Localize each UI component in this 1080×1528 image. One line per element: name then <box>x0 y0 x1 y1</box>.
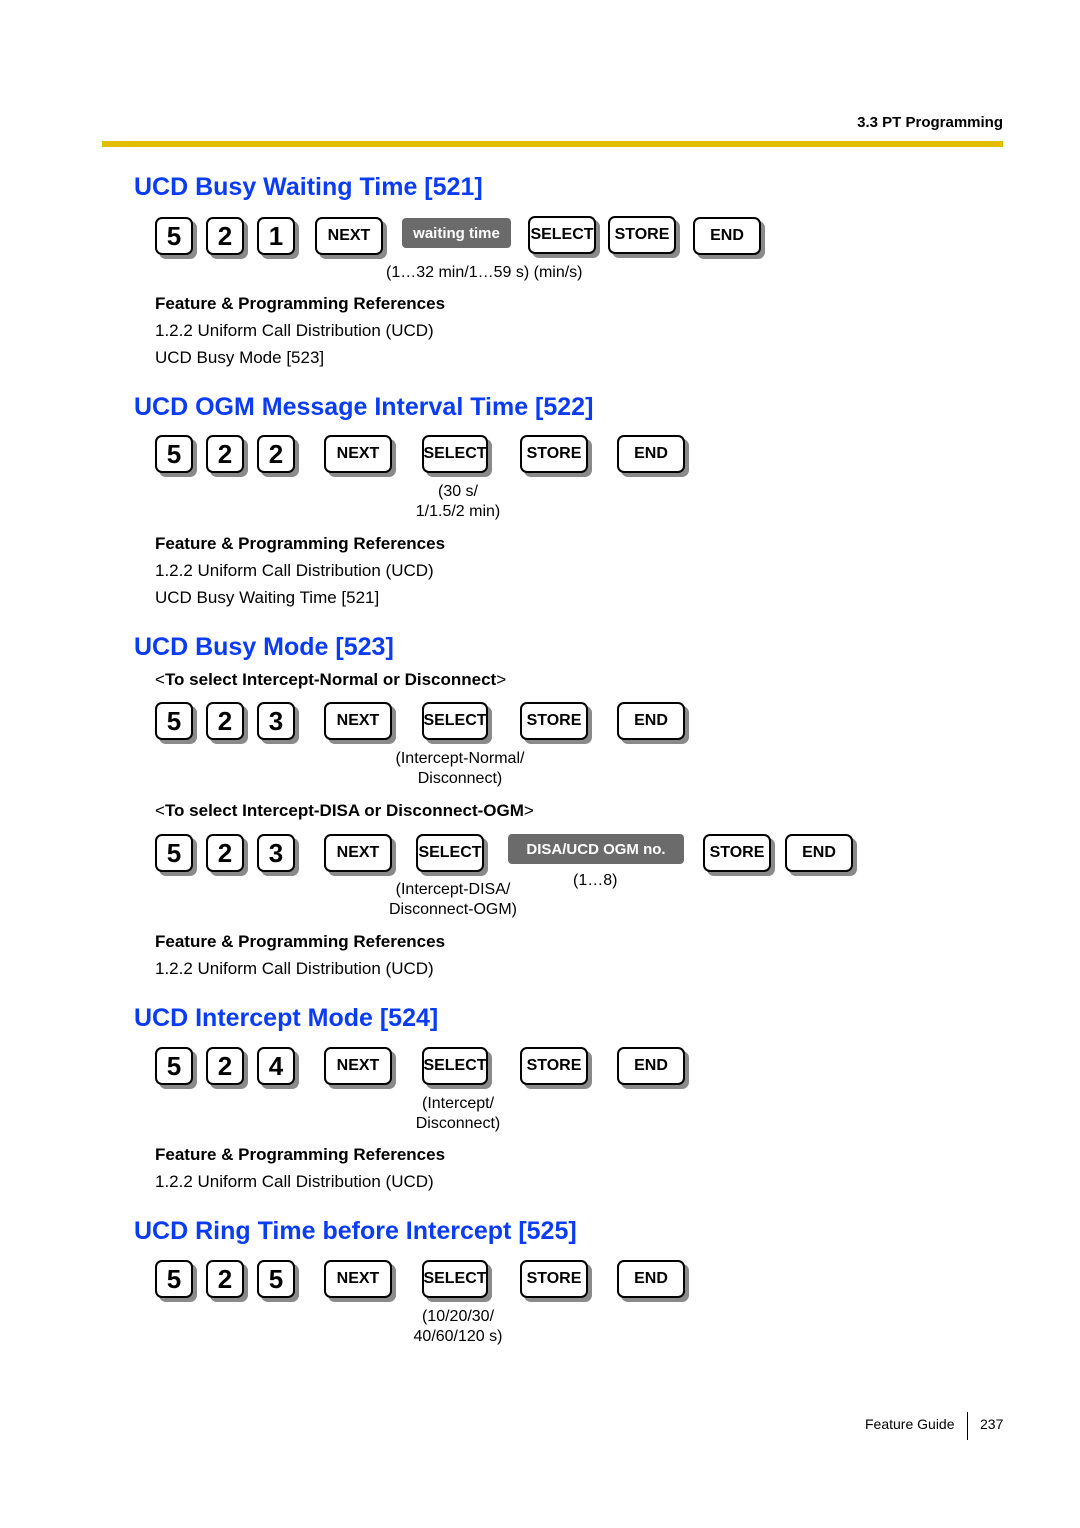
key-5: 5 <box>155 702 193 740</box>
key-2: 2 <box>206 435 244 473</box>
key-5: 5 <box>155 834 193 872</box>
key-5: 5 <box>155 1047 193 1085</box>
key-end: END <box>617 1047 685 1085</box>
header-section-title: 3.3 PT Programming <box>857 114 1003 131</box>
ref-item: UCD Busy Mode [523] <box>155 348 325 367</box>
key-5: 5 <box>155 1260 193 1298</box>
key-1: 1 <box>257 217 295 255</box>
key-5: 5 <box>155 435 193 473</box>
subheading-normal: <To select Intercept-Normal or Disconnec… <box>155 670 506 690</box>
input-ogm-number: DISA/UCD OGM no. <box>508 834 684 864</box>
key-2: 2 <box>206 217 244 255</box>
key-5: 5 <box>257 1260 295 1298</box>
key-3: 3 <box>257 834 295 872</box>
heading-525: UCD Ring Time before Intercept [525] <box>134 1217 577 1245</box>
footer-label: Feature Guide <box>865 1416 955 1432</box>
ref-item: 1.2.2 Uniform Call Distribution (UCD) <box>155 321 434 340</box>
key-2: 2 <box>206 1047 244 1085</box>
option-note-line: (10/20/30/ <box>421 1308 495 1325</box>
option-note: (Intercept-DISA/ Disconnect-OGM) <box>383 880 523 920</box>
key-3: 3 <box>257 702 295 740</box>
option-note: (Intercept/ Disconnect) <box>396 1094 520 1134</box>
key-5: 5 <box>155 217 193 255</box>
bracket-open: < <box>155 670 165 689</box>
key-next: NEXT <box>324 834 392 872</box>
bracket-open: < <box>155 801 165 820</box>
key-select: SELECT <box>528 216 596 254</box>
key-store: STORE <box>520 1047 588 1085</box>
range-note-line: (30 s/ <box>437 483 478 500</box>
key-store: STORE <box>703 834 771 872</box>
footer-divider <box>967 1412 968 1440</box>
refs-heading: Feature & Programming References <box>155 932 446 951</box>
key-2: 2 <box>206 702 244 740</box>
key-select: SELECT <box>422 1047 488 1085</box>
key-2: 2 <box>257 435 295 473</box>
subheading-text: To select Intercept-DISA or Disconnect-O… <box>164 801 524 820</box>
key-next: NEXT <box>324 702 392 740</box>
option-note-line: (Intercept-DISA/ <box>395 881 511 898</box>
key-end: END <box>617 1260 685 1298</box>
heading-521: UCD Busy Waiting Time [521] <box>134 173 483 201</box>
key-2: 2 <box>206 1260 244 1298</box>
key-next: NEXT <box>324 1260 392 1298</box>
key-end: END <box>785 834 853 872</box>
ref-item: UCD Busy Waiting Time [521] <box>155 588 380 607</box>
option-note: (10/20/30/ 40/60/120 s) <box>393 1307 523 1347</box>
key-select: SELECT <box>422 1260 488 1298</box>
key-store: STORE <box>608 216 676 254</box>
heading-524: UCD Intercept Mode [524] <box>134 1004 439 1032</box>
input-waiting-time: waiting time <box>402 218 511 248</box>
key-next: NEXT <box>315 217 383 255</box>
ref-item: 1.2.2 Uniform Call Distribution (UCD) <box>155 561 434 580</box>
option-note-line: (Intercept-Normal/ <box>395 750 525 767</box>
refs-heading: Feature & Programming References <box>155 1145 446 1164</box>
option-note-line: 40/60/120 s) <box>413 1328 503 1345</box>
key-store: STORE <box>520 435 588 473</box>
key-store: STORE <box>520 702 588 740</box>
key-select: SELECT <box>422 702 488 740</box>
subheading-text: To select Intercept-Normal or Disconnect <box>164 670 497 689</box>
range-note: (1…8) <box>573 872 618 889</box>
key-2: 2 <box>206 834 244 872</box>
key-next: NEXT <box>324 435 392 473</box>
key-select: SELECT <box>416 834 484 872</box>
range-note-line: 1/1.5/2 min) <box>415 503 501 520</box>
key-end: END <box>617 702 685 740</box>
heading-523: UCD Busy Mode [523] <box>134 633 394 661</box>
key-next: NEXT <box>324 1047 392 1085</box>
option-note-line: Disconnect) <box>417 770 503 787</box>
key-end: END <box>693 217 761 255</box>
header-rule <box>102 141 1003 147</box>
refs-heading: Feature & Programming References <box>155 294 446 313</box>
refs-heading: Feature & Programming References <box>155 534 446 553</box>
page-number: 237 <box>980 1416 1004 1432</box>
key-4: 4 <box>257 1047 295 1085</box>
option-note-line: Disconnect) <box>415 1115 501 1132</box>
key-store: STORE <box>520 1260 588 1298</box>
key-end: END <box>617 435 685 473</box>
key-select: SELECT <box>422 435 488 473</box>
option-note-line: (Intercept/ <box>421 1095 495 1112</box>
option-note: (Intercept-Normal/ Disconnect) <box>390 749 530 789</box>
ref-item: 1.2.2 Uniform Call Distribution (UCD) <box>155 1172 434 1191</box>
ref-item: 1.2.2 Uniform Call Distribution (UCD) <box>155 959 434 978</box>
range-note: (1…32 min/1…59 s) (min/s) <box>386 264 583 281</box>
subheading-disa: <To select Intercept-DISA or Disconnect-… <box>155 801 534 821</box>
heading-522: UCD OGM Message Interval Time [522] <box>134 393 594 421</box>
bracket-close: > <box>523 801 534 820</box>
option-note-line: Disconnect-OGM) <box>388 901 518 918</box>
range-note: (30 s/ 1/1.5/2 min) <box>398 482 518 522</box>
bracket-close: > <box>496 670 507 689</box>
